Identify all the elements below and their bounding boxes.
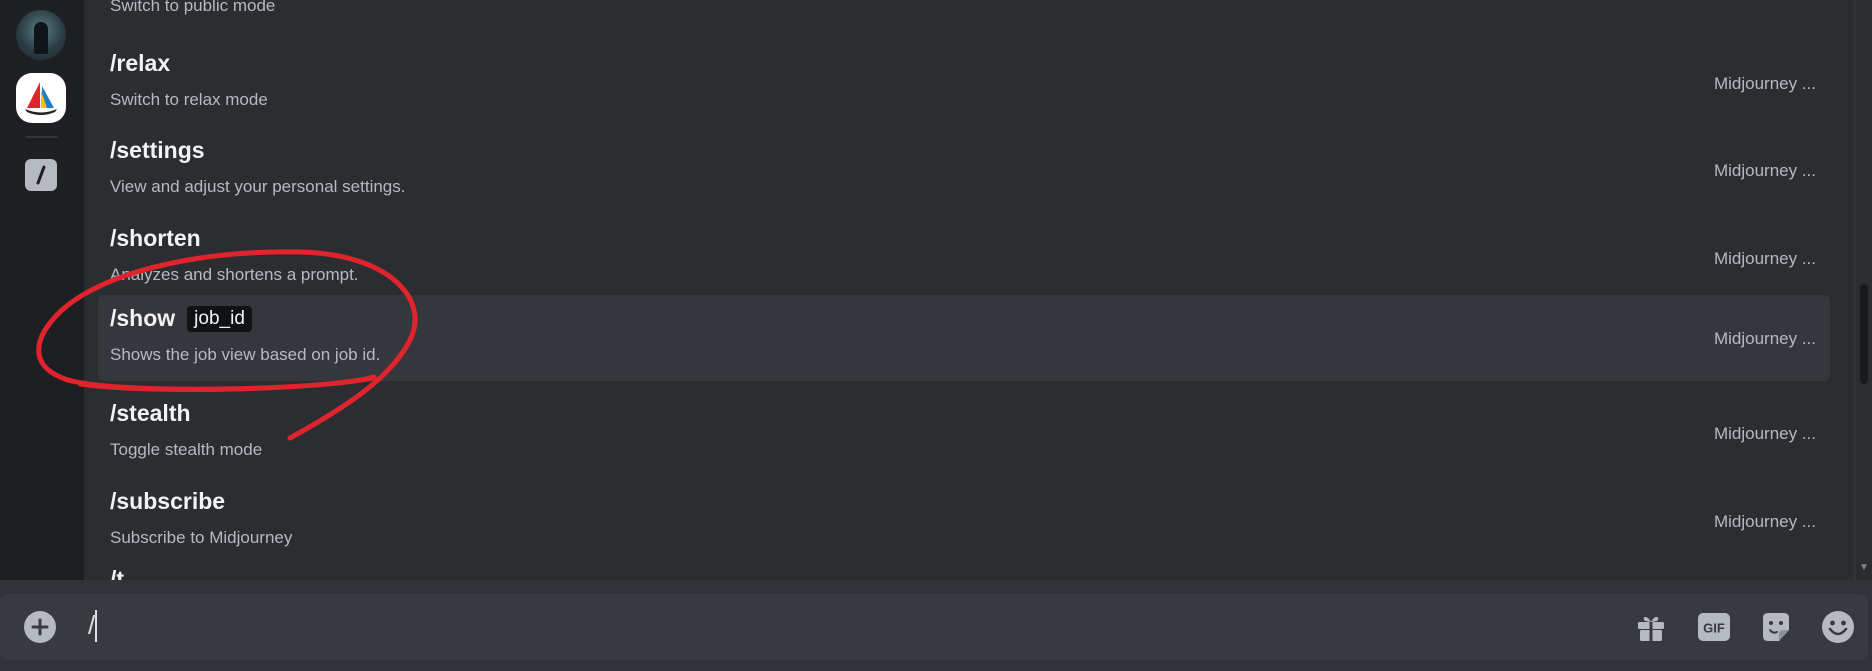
- emoji-icon[interactable]: [1820, 609, 1856, 645]
- command-row-shorten[interactable]: /shorten Analyzes and shortens a prompt.…: [98, 215, 1830, 301]
- command-row-stealth[interactable]: /stealth Toggle stealth mode Midjourney …: [98, 390, 1830, 476]
- gif-icon[interactable]: GIF: [1696, 609, 1732, 645]
- command-source: Midjourney ...: [1713, 74, 1816, 93]
- add-attachment-icon[interactable]: [24, 611, 56, 643]
- command-row-show[interactable]: /show job_id Shows the job view based on…: [98, 295, 1830, 381]
- command-autocomplete-list: Switch to public mode /relax Switch to r…: [84, 0, 1854, 580]
- app-rail: [0, 0, 84, 580]
- sticker-icon[interactable]: [1758, 609, 1794, 645]
- command-option-chip: job_id: [187, 305, 252, 332]
- command-row-subscribe[interactable]: /subscribe Subscribe to Midjourney Midjo…: [98, 478, 1830, 564]
- command-description: View and adjust your personal settings.: [110, 177, 406, 196]
- command-name: /subscribe: [110, 488, 226, 514]
- scrollbar-thumb[interactable]: [1860, 284, 1868, 384]
- scroll-down-arrow-icon[interactable]: ▼: [1858, 562, 1870, 574]
- command-source: Midjourney ...: [1713, 512, 1816, 531]
- command-description: Shows the job view based on job id.: [110, 345, 381, 364]
- command-description: Subscribe to Midjourney: [110, 528, 293, 547]
- rail-divider: [26, 136, 58, 138]
- command-row-relax[interactable]: /relax Switch to relax mode Midjourney .…: [98, 40, 1830, 126]
- command-source: Midjourney ...: [1713, 329, 1816, 348]
- command-name: /stealth: [110, 400, 191, 426]
- command-row-settings[interactable]: /settings View and adjust your personal …: [98, 127, 1830, 213]
- command-description: Analyzes and shortens a prompt.: [110, 265, 359, 284]
- text-caret: [95, 610, 97, 642]
- message-composer: / GIF: [0, 594, 1868, 660]
- command-description: Switch to relax mode: [110, 90, 268, 109]
- command-source: Midjourney ...: [1713, 424, 1816, 443]
- command-description: Toggle stealth mode: [110, 440, 263, 459]
- server-avatar-icon[interactable]: [16, 10, 66, 60]
- svg-text:GIF: GIF: [1703, 621, 1725, 636]
- command-source: Midjourney ...: [1713, 161, 1816, 180]
- command-name: /relax: [110, 50, 171, 76]
- command-description-partial: Switch to public mode: [110, 0, 276, 15]
- command-source: Midjourney ...: [1713, 249, 1816, 268]
- command-name-partial: /t: [110, 566, 125, 580]
- gift-icon[interactable]: [1633, 609, 1669, 645]
- command-name: /show job_id: [110, 305, 252, 332]
- command-name: /shorten: [110, 225, 201, 251]
- slash-commands-icon[interactable]: [25, 159, 57, 191]
- command-name: /settings: [110, 137, 205, 163]
- midjourney-app-icon[interactable]: [16, 73, 66, 123]
